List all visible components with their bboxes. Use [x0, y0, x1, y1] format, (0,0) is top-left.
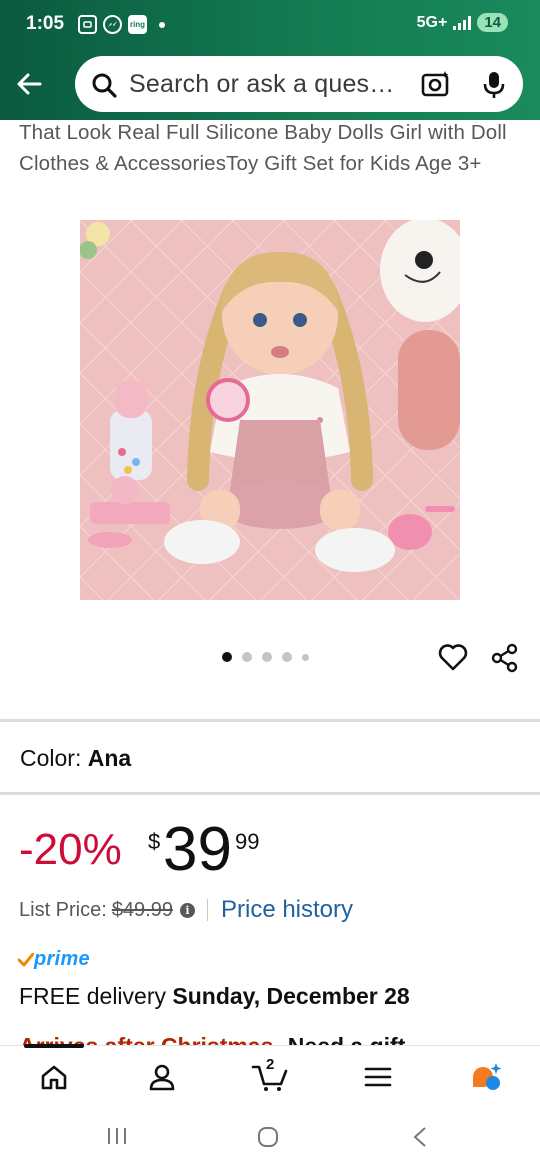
camera-search-icon[interactable]	[421, 70, 451, 103]
color-value: Ana	[87, 745, 132, 771]
recents-button[interactable]	[106, 1125, 128, 1152]
app-header: 1:05 ring 5G+ 14 Search or ask a ques…	[0, 0, 540, 120]
carousel-dot[interactable]	[242, 652, 252, 662]
price-fraction: 99	[235, 829, 260, 854]
cart-count-badge: 2	[266, 1056, 275, 1073]
prime-label: prime	[34, 948, 90, 970]
battery-indicator: 14	[477, 13, 508, 32]
price-currency: $	[148, 829, 161, 854]
list-price-value: $49.99	[111, 898, 173, 921]
more-notifications-dot	[159, 21, 165, 28]
status-bar: 1:05 ring 5G+ 14	[0, 0, 540, 50]
search-input[interactable]: Search or ask a ques…	[129, 70, 394, 99]
product-image[interactable]	[80, 220, 460, 600]
share-icon[interactable]	[490, 643, 520, 678]
color-selector[interactable]: Color: Ana	[20, 745, 131, 772]
network-label: 5G+	[416, 13, 448, 31]
search-bar[interactable]: Search or ask a ques…	[75, 56, 523, 112]
status-time: 1:05	[26, 13, 65, 34]
product-title: That Look Real Full Silicone Baby Dolls …	[19, 121, 507, 175]
carousel-dot[interactable]	[262, 652, 272, 662]
prime-check-icon	[18, 952, 34, 966]
rufus-ai-icon[interactable]	[466, 1060, 506, 1094]
delivery-prefix: FREE delivery	[19, 983, 166, 1009]
info-icon[interactable]: i	[179, 902, 195, 918]
carousel-dot[interactable]	[222, 652, 232, 662]
price-whole: 39	[163, 815, 232, 884]
home-icon[interactable]	[34, 1060, 74, 1094]
arrival-note-black: Need a gift	[288, 1033, 406, 1045]
status-right: 5G+ 14	[417, 13, 508, 32]
system-navigation-bar	[0, 1107, 540, 1170]
active-tab-indicator	[24, 1044, 84, 1048]
list-price-row: List Price: $49.99 i Price history	[19, 896, 353, 924]
ring-icon: ring	[128, 15, 147, 34]
screenshot-icon	[78, 15, 97, 34]
back-button[interactable]	[410, 1125, 430, 1154]
back-arrow-icon[interactable]	[10, 64, 50, 104]
carousel-dot[interactable]	[302, 653, 309, 661]
delivery-date: Sunday, December 28	[172, 983, 410, 1009]
wishlist-heart-icon[interactable]	[438, 643, 468, 676]
menu-icon[interactable]	[358, 1060, 398, 1094]
price-history-link[interactable]: Price history	[221, 896, 353, 924]
carousel-dot[interactable]	[282, 652, 292, 662]
image-carousel-dots[interactable]	[222, 652, 309, 662]
microphone-icon[interactable]	[482, 70, 506, 105]
account-icon[interactable]	[142, 1060, 182, 1094]
section-divider	[0, 719, 540, 722]
list-price-label: List Price:	[19, 898, 107, 921]
separator	[206, 899, 208, 921]
delivery-info: FREE delivery Sunday, December 28	[19, 983, 410, 1010]
signal-icon	[453, 15, 472, 30]
bottom-nav: 2	[0, 1044, 540, 1107]
prime-badge: prime	[18, 948, 90, 971]
notification-icons: ring	[78, 15, 165, 34]
cart-icon[interactable]: 2	[250, 1056, 290, 1094]
discount-percent: -20%	[19, 825, 122, 874]
home-button[interactable]	[256, 1125, 280, 1154]
color-label: Color:	[20, 745, 82, 771]
section-divider	[0, 792, 540, 795]
search-icon	[91, 72, 117, 103]
messenger-icon	[103, 15, 122, 34]
